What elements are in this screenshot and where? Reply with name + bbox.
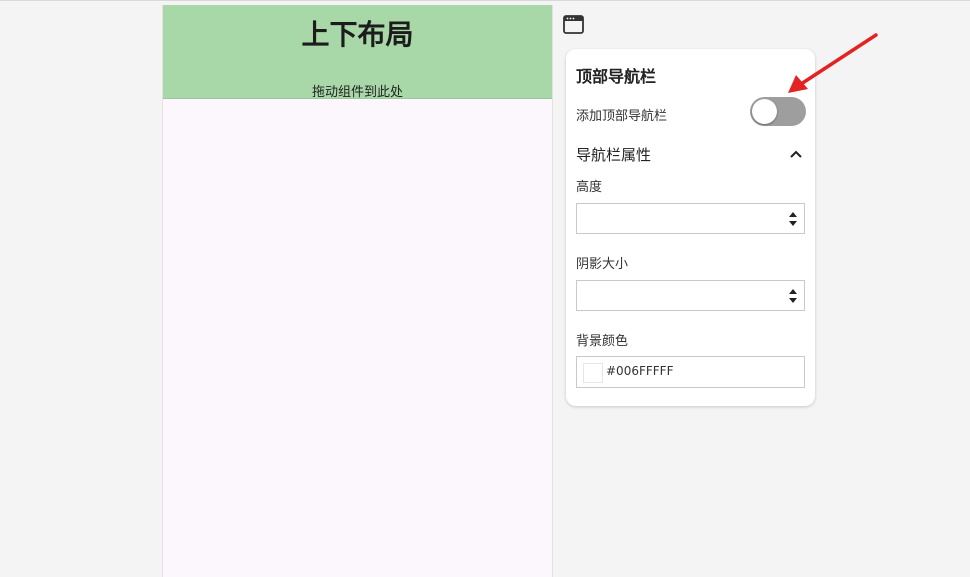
height-input-box: [576, 203, 805, 234]
shadow-label: 阴影大小: [576, 257, 629, 272]
layout-preview-canvas[interactable]: 上下布局 拖动组件到此处: [162, 5, 553, 577]
preview-title: 上下布局: [301, 18, 414, 51]
section-title: 导航栏属性: [576, 146, 652, 164]
height-input[interactable]: [583, 208, 787, 231]
top-border: [0, 0, 970, 1]
panel-title: 顶部导航栏: [576, 67, 657, 86]
add-top-nav-toggle[interactable]: [750, 97, 806, 126]
spinner-icon[interactable]: [789, 288, 797, 304]
window-icon[interactable]: [563, 15, 584, 34]
nav-props-section-header[interactable]: 导航栏属性: [576, 144, 805, 164]
bg-color-value: #006FFFFF: [606, 364, 674, 378]
shadow-input[interactable]: [583, 285, 787, 308]
shadow-input-box: [576, 280, 805, 311]
spinner-icon[interactable]: [789, 211, 797, 227]
chevron-up-icon: [790, 150, 802, 158]
toggle-knob: [752, 99, 777, 124]
toggle-label: 添加顶部导航栏: [576, 109, 668, 124]
color-swatch[interactable]: [583, 363, 603, 383]
property-panel: 顶部导航栏 添加顶部导航栏 导航栏属性 高度 阴影大小 背景颜色 #006FFF…: [566, 49, 815, 406]
height-label: 高度: [576, 180, 603, 195]
drop-hint: 拖动组件到此处: [311, 85, 403, 100]
bg-color-label: 背景颜色: [576, 334, 629, 349]
preview-top-nav-area[interactable]: 上下布局 拖动组件到此处: [163, 5, 552, 100]
annotation-arrow-icon: [788, 33, 878, 93]
bg-color-input[interactable]: #006FFFFF: [576, 356, 805, 388]
